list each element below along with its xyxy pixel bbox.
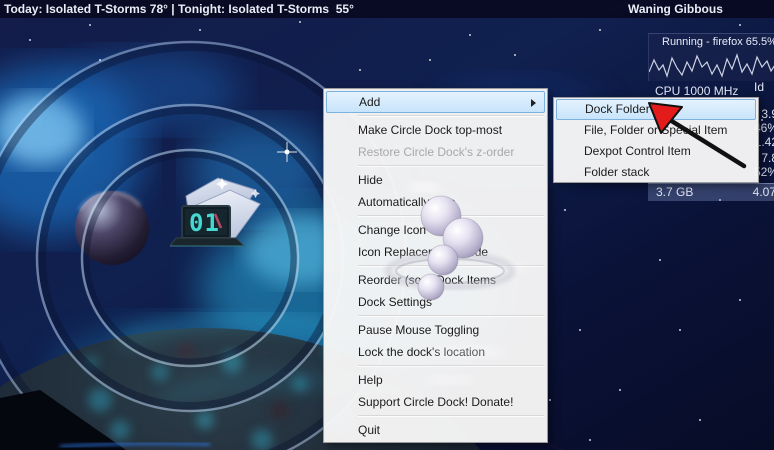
ram-row: 3.7 GB 4.07	[648, 183, 774, 201]
system-monitor-value: 7.8	[761, 151, 774, 165]
system-monitor-value: 3.9	[761, 107, 774, 121]
menu-item-quit[interactable]: Quit	[324, 419, 547, 441]
submenu-item-dexpot-control-item[interactable]: Dexpot Control Item	[554, 141, 758, 162]
menu-item-restore-circle-dock-s-z-order: Restore Circle Dock's z-order	[358, 145, 515, 159]
menu-separator	[358, 265, 544, 267]
menu-separator	[358, 365, 544, 367]
submenu-item-dock-folder[interactable]: Dock Folder	[556, 99, 756, 120]
submenu-item-file-folder-or-special-item[interactable]: File, Folder or Special Item	[554, 120, 758, 141]
cpu-frequency-label: CPU 1000 MHz	[655, 84, 739, 98]
menu-item-hide[interactable]: Hide	[324, 169, 547, 191]
ram-used-label: 3.7 GB	[656, 185, 694, 199]
submenu-item-folder-stack[interactable]: Folder stack	[554, 162, 758, 183]
laptop-base	[170, 237, 246, 247]
menu-item-reorder-sort-dock-items[interactable]: Reorder (sort) Dock Items	[324, 269, 547, 291]
menu-item-make-circle-dock-top-most[interactable]: Make Circle Dock top-most	[324, 119, 547, 141]
menu-item-help[interactable]: Help	[324, 369, 547, 391]
desktop-screen: Today: Isolated T-Storms 78° | Tonight: …	[0, 0, 774, 450]
menu-separator	[358, 215, 544, 217]
top-info-bar: Today: Isolated T-Storms 78° | Tonight: …	[0, 0, 774, 18]
circle-dock-context-menu: Add Make Circle Dock top-most Restore Circ…	[323, 88, 548, 443]
cpu-graph-label: Running - firefox 65.5%	[662, 36, 774, 48]
moon-phase-text: Waning Gibbous	[628, 2, 723, 16]
desktop-folder-icon[interactable]: 01	[170, 166, 262, 254]
add-submenu: Dock Folder File, Folder or Special Item D…	[553, 97, 759, 183]
submenu-arrow-icon	[531, 99, 536, 107]
menu-item-dock-settings[interactable]: Dock Settings	[324, 291, 547, 313]
menu-item-add[interactable]: Add	[326, 91, 545, 113]
ram-total-label: 4.07	[752, 185, 774, 199]
menu-item-pause-mouse-toggling[interactable]: Pause Mouse Toggling	[324, 319, 547, 341]
menu-separator	[358, 115, 544, 117]
menu-separator	[358, 165, 544, 167]
menu-item-icon-replacement-mode[interactable]: Icon Replacement Mode	[324, 241, 547, 263]
cpu-sparkline	[649, 53, 774, 78]
menu-separator	[358, 415, 544, 417]
idle-label: Id	[754, 80, 765, 94]
menu-separator	[358, 315, 544, 317]
cpu-graph-panel: Running - firefox 65.5%	[648, 33, 774, 81]
menu-item-support-circle-dock-donate[interactable]: Support Circle Dock! Donate!	[324, 391, 547, 413]
cpu-sparkline-path	[649, 53, 774, 78]
menu-item-change-icon[interactable]: Change Icon	[324, 219, 547, 241]
menu-item-automatically-hide[interactable]: Automatically hide	[324, 191, 547, 213]
weather-text: Today: Isolated T-Storms 78° | Tonight: …	[4, 2, 354, 16]
folder-number-label: 01	[189, 209, 220, 237]
menu-item-lock-the-dock-s-location[interactable]: Lock the dock's location	[324, 341, 547, 363]
